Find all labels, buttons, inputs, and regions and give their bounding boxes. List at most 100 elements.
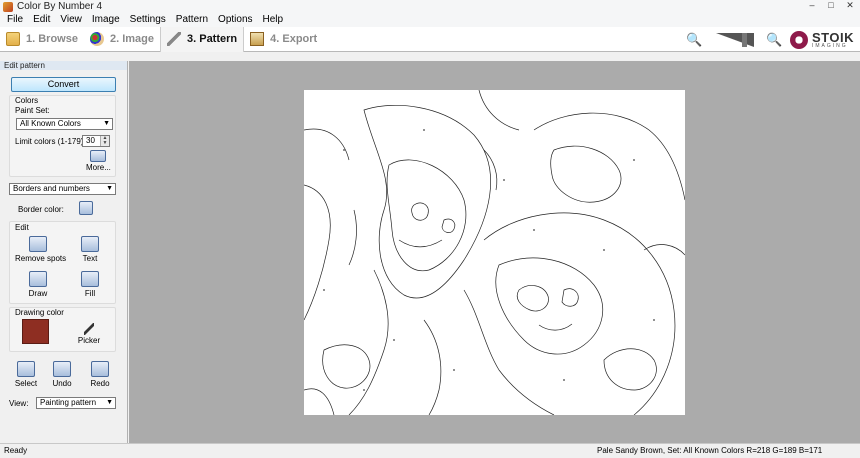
- menu-help[interactable]: Help: [258, 13, 289, 27]
- zoom-slider[interactable]: [716, 32, 754, 47]
- picker-button[interactable]: Picker: [74, 323, 104, 345]
- window-controls: – □ ✕: [805, 0, 857, 11]
- drawing-color-title: Drawing color: [15, 308, 64, 317]
- undo-icon: [53, 361, 71, 377]
- palette-icon: [89, 32, 104, 46]
- paint-set-label: Paint Set:: [15, 106, 50, 115]
- drawing-color-swatch[interactable]: [22, 319, 49, 344]
- select-label: Select: [14, 379, 38, 388]
- stoik-mark-icon: [790, 30, 808, 49]
- workspace: [129, 61, 860, 443]
- menu-edit[interactable]: Edit: [28, 13, 55, 27]
- view-select[interactable]: Painting pattern ▼: [36, 397, 116, 409]
- folder-icon: [6, 32, 20, 46]
- tab-browse-label: 1. Browse: [26, 33, 78, 45]
- color-info-text: Pale Sandy Brown, Set: All Known Colors …: [597, 446, 823, 455]
- limit-colors-label: Limit colors (1-179):: [15, 137, 86, 146]
- easel-icon: [250, 32, 265, 46]
- menu-options[interactable]: Options: [213, 13, 257, 27]
- color-wheel-icon: [79, 201, 93, 215]
- redo-button[interactable]: Redo: [85, 361, 115, 388]
- toolbar-right: 🔍 🔍 STOIK IMAGING: [686, 27, 860, 52]
- text-label: Text: [82, 254, 98, 263]
- tab-export[interactable]: 4. Export: [244, 27, 323, 52]
- redo-icon: [91, 361, 109, 377]
- pattern-canvas[interactable]: [304, 90, 685, 415]
- select-icon: [17, 361, 35, 377]
- panel-header: Edit pattern: [0, 61, 127, 70]
- app-icon: [3, 1, 13, 12]
- tab-pattern-label: 3. Pattern: [187, 33, 238, 45]
- chevron-down-icon: ▼: [106, 185, 113, 192]
- fill-button[interactable]: Fill: [75, 271, 105, 298]
- status-text: Ready: [4, 446, 28, 455]
- fill-icon: [81, 271, 99, 287]
- tab-export-label: 4. Export: [270, 33, 318, 45]
- maximize-button[interactable]: □: [824, 0, 838, 11]
- borders-mode-select[interactable]: Borders and numbers ▼: [9, 183, 116, 195]
- pattern-outline-image: [304, 90, 685, 415]
- draw-label: Draw: [28, 289, 48, 298]
- remove-spots-icon: [28, 236, 47, 252]
- menu-pattern[interactable]: Pattern: [171, 13, 213, 27]
- status-bar: Ready Pale Sandy Brown, Set: All Known C…: [0, 443, 860, 458]
- tab-browse[interactable]: 1. Browse: [0, 27, 84, 52]
- brand-name: STOIK: [812, 29, 854, 45]
- draw-icon: [29, 271, 47, 287]
- undo-label: Undo: [52, 379, 72, 388]
- paint-tubes-icon: [90, 150, 107, 162]
- brand-sub: IMAGING: [812, 42, 848, 49]
- stoik-logo: STOIK IMAGING: [790, 30, 854, 49]
- text-button[interactable]: Text: [75, 236, 105, 263]
- zoom-out-icon[interactable]: 🔍: [686, 32, 702, 48]
- menu-settings[interactable]: Settings: [125, 13, 171, 27]
- title-bar: Color By Number 4 – □ ✕: [0, 0, 860, 13]
- limit-colors-stepper[interactable]: 30 ▲ ▼: [82, 135, 110, 147]
- edit-pattern-panel: Edit pattern Convert Colors Paint Set: A…: [0, 61, 128, 443]
- paint-set-select[interactable]: All Known Colors ▼: [16, 118, 113, 130]
- undo-button[interactable]: Undo: [47, 361, 77, 388]
- view-value: Painting pattern: [40, 398, 97, 407]
- fill-label: Fill: [84, 289, 96, 298]
- menu-image[interactable]: Image: [87, 13, 125, 27]
- step-toolbar: 1. Browse 2. Image 3. Pattern 4. Export …: [0, 26, 860, 52]
- more-label: More...: [86, 163, 111, 172]
- colors-title: Colors: [15, 96, 39, 105]
- edit-title: Edit: [15, 223, 29, 232]
- chevron-down-icon: ▼: [106, 399, 113, 406]
- menu-file[interactable]: File: [2, 13, 28, 27]
- text-icon: [81, 236, 99, 252]
- close-button[interactable]: ✕: [843, 0, 857, 11]
- zoom-slider-track: [716, 32, 754, 47]
- menu-bar: File Edit View Image Settings Pattern Op…: [0, 13, 860, 27]
- edit-group: Edit Remove spots Text Draw Fill: [9, 221, 116, 304]
- picker-label: Picker: [77, 336, 101, 345]
- minimize-button[interactable]: –: [805, 0, 819, 11]
- chevron-down-icon: ▼: [103, 120, 110, 127]
- tab-image-label: 2. Image: [109, 33, 154, 45]
- stepper-arrows-icon[interactable]: ▲ ▼: [100, 136, 109, 146]
- zoom-in-icon[interactable]: 🔍: [766, 32, 782, 48]
- menu-view[interactable]: View: [55, 13, 87, 27]
- view-label: View:: [9, 399, 29, 408]
- more-colors-button[interactable]: More...: [86, 150, 111, 172]
- zoom-slider-thumb[interactable]: [742, 32, 747, 47]
- draw-button[interactable]: Draw: [23, 271, 53, 298]
- paint-set-value: All Known Colors: [20, 119, 81, 128]
- tab-pattern[interactable]: 3. Pattern: [160, 26, 245, 52]
- limit-colors-value: 30: [86, 136, 95, 145]
- remove-spots-button[interactable]: Remove spots: [15, 236, 67, 263]
- select-button[interactable]: Select: [11, 361, 41, 388]
- borders-mode-value: Borders and numbers: [13, 184, 90, 193]
- stoik-wordmark: STOIK IMAGING: [812, 31, 854, 49]
- border-color-button[interactable]: [79, 201, 93, 217]
- convert-button[interactable]: Convert: [11, 77, 116, 92]
- remove-spots-label: Remove spots: [15, 254, 67, 263]
- tab-image[interactable]: 2. Image: [84, 27, 160, 52]
- border-color-label: Border color:: [18, 205, 64, 214]
- pencil-icon: [167, 32, 181, 46]
- eyedropper-icon: [84, 323, 94, 335]
- window-title: Color By Number 4: [17, 1, 103, 12]
- colors-group: Colors Paint Set: All Known Colors ▼ Lim…: [9, 95, 116, 177]
- redo-label: Redo: [90, 379, 110, 388]
